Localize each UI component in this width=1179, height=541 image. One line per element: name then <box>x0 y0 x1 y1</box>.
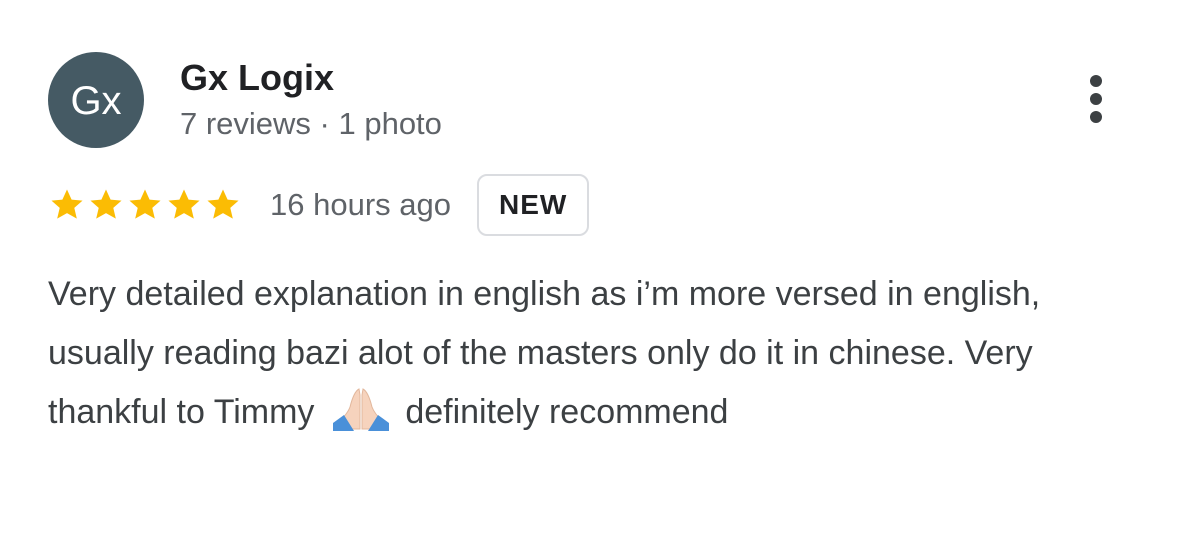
more-vert-icon <box>1090 75 1102 87</box>
more-vert-icon-dot <box>1090 111 1102 123</box>
star-icon <box>168 189 200 219</box>
reviewer-meta: 7 reviews · 1 photo <box>180 106 442 141</box>
reviewer-name[interactable]: Gx Logix <box>180 56 334 100</box>
star-rating <box>48 186 242 224</box>
review-card: Gx Gx Logix 7 reviews · 1 photo 16 hours… <box>0 0 1179 541</box>
rating-row: 16 hours ago NEW <box>48 172 590 238</box>
new-badge: NEW <box>476 174 590 236</box>
star-icon <box>207 189 239 219</box>
avatar[interactable]: Gx <box>48 52 144 148</box>
star-icon <box>129 189 161 219</box>
star-icon <box>90 189 122 219</box>
review-time: 16 hours ago <box>270 187 451 222</box>
star-icon <box>51 189 83 219</box>
folded-hands-emoji <box>332 388 389 431</box>
review-text: Very detailed explanation in english as … <box>48 265 1138 442</box>
review-text-part-2: definitely recommend <box>395 393 729 431</box>
more-vert-icon-dot <box>1090 93 1102 105</box>
more-options-button[interactable] <box>1070 66 1122 132</box>
avatar-initials: Gx <box>70 79 122 123</box>
